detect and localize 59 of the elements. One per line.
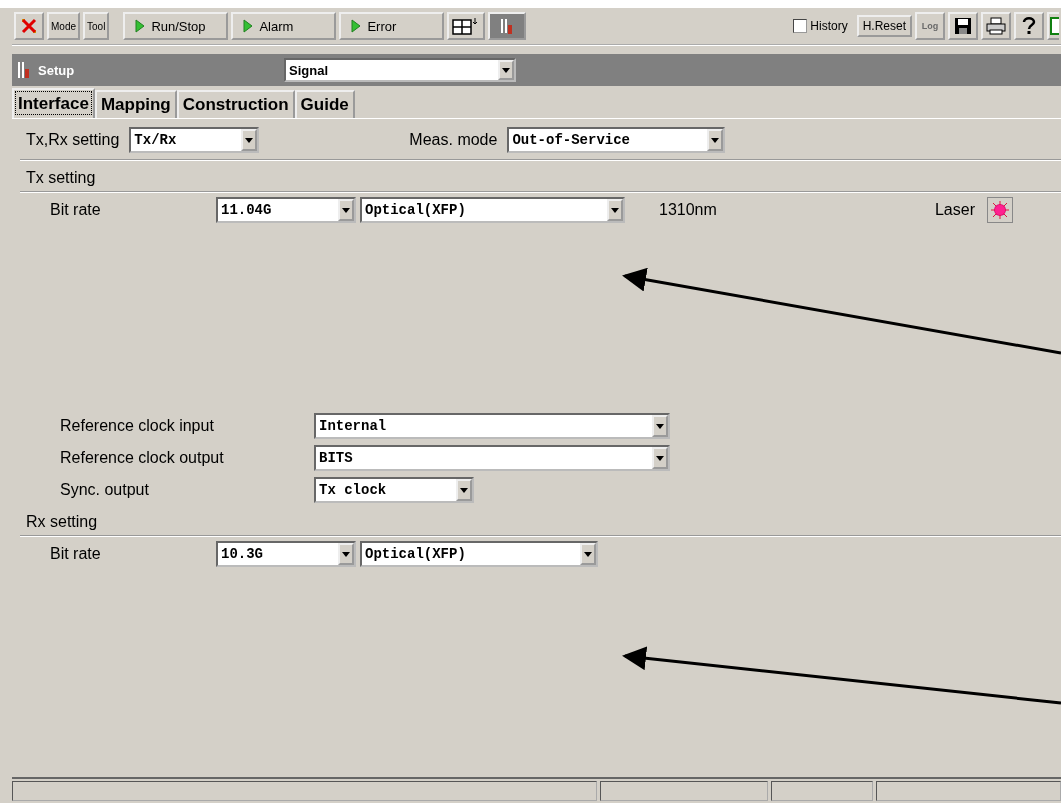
field-label: Bit rate: [50, 545, 102, 563]
help-icon: [1022, 16, 1036, 36]
toolbar-button[interactable]: [1047, 12, 1059, 40]
section-title: Tx setting: [25, 169, 97, 187]
field-label: Reference clock output: [60, 449, 225, 467]
toolbar-button[interactable]: Alarm: [231, 12, 337, 40]
history-checkbox[interactable]: [793, 19, 808, 33]
tab[interactable]: Guide: [294, 90, 355, 118]
play-icon: [135, 19, 146, 33]
help-button[interactable]: [1014, 12, 1044, 40]
exit-button[interactable]: [14, 12, 44, 40]
save-button[interactable]: [948, 12, 978, 40]
field-label: Bit rate: [50, 201, 102, 219]
dropdown-arrow-icon: [711, 137, 720, 143]
dropdown-arrow-icon: [656, 455, 664, 461]
dropdown[interactable]: Internal: [314, 413, 670, 439]
dropdown-arrow-icon: [342, 207, 350, 213]
dropdown-arrow-icon: [656, 423, 664, 429]
toolbar-button[interactable]: Run/Stop: [123, 12, 229, 40]
setup-title: Setup: [38, 62, 76, 78]
tab[interactable]: Interface: [12, 88, 95, 118]
dropdown-arrow-icon: [460, 487, 468, 493]
field-label: Tx,Rx setting: [26, 131, 120, 149]
dropdown[interactable]: Tx/Rx: [129, 127, 260, 153]
history-label: History: [810, 19, 848, 33]
dropdown-arrow-icon: [342, 551, 350, 557]
toolbar-button[interactable]: Error: [339, 12, 445, 40]
dropdown[interactable]: Optical(XFP): [360, 197, 625, 223]
dropdown[interactable]: BITS: [314, 445, 670, 471]
dropdown[interactable]: 11.04G: [216, 197, 356, 223]
dropdown[interactable]: Optical(XFP): [360, 541, 598, 567]
dropdown-arrow-icon: [611, 207, 619, 213]
setup-button[interactable]: [488, 12, 527, 40]
reset-button[interactable]: H.Reset: [856, 15, 912, 37]
signal-dropdown[interactable]: Signal: [284, 58, 516, 82]
dropdown[interactable]: 10.3G: [216, 541, 356, 567]
play-icon: [243, 19, 254, 33]
layout-button[interactable]: [447, 12, 486, 40]
field-label: Meas. mode: [409, 131, 498, 149]
floppy-icon: [954, 17, 972, 35]
dropdown-arrow-icon: [245, 137, 254, 143]
print-button[interactable]: [981, 12, 1011, 40]
field-label: Sync. output: [60, 481, 150, 499]
wavelength-text: 1310nm: [659, 201, 717, 219]
mode-button[interactable]: Mode: [47, 12, 80, 40]
play-icon: [351, 19, 362, 33]
laser-label: Laser: [934, 201, 975, 219]
cross-icon: [20, 17, 38, 35]
dropdown-arrow-icon: [502, 67, 510, 73]
tab[interactable]: Mapping: [94, 90, 177, 118]
mode-button[interactable]: Tool: [83, 12, 110, 40]
field-label: Reference clock input: [60, 417, 215, 435]
dropdown[interactable]: Out-of-Service: [507, 127, 726, 153]
dropdown-arrow-icon: [584, 551, 592, 557]
tools-icon: [16, 61, 32, 79]
tab[interactable]: Construction: [176, 90, 295, 118]
printer-icon: [986, 17, 1006, 35]
dropdown[interactable]: Tx clock: [314, 477, 474, 503]
section-title: Rx setting: [25, 513, 99, 531]
